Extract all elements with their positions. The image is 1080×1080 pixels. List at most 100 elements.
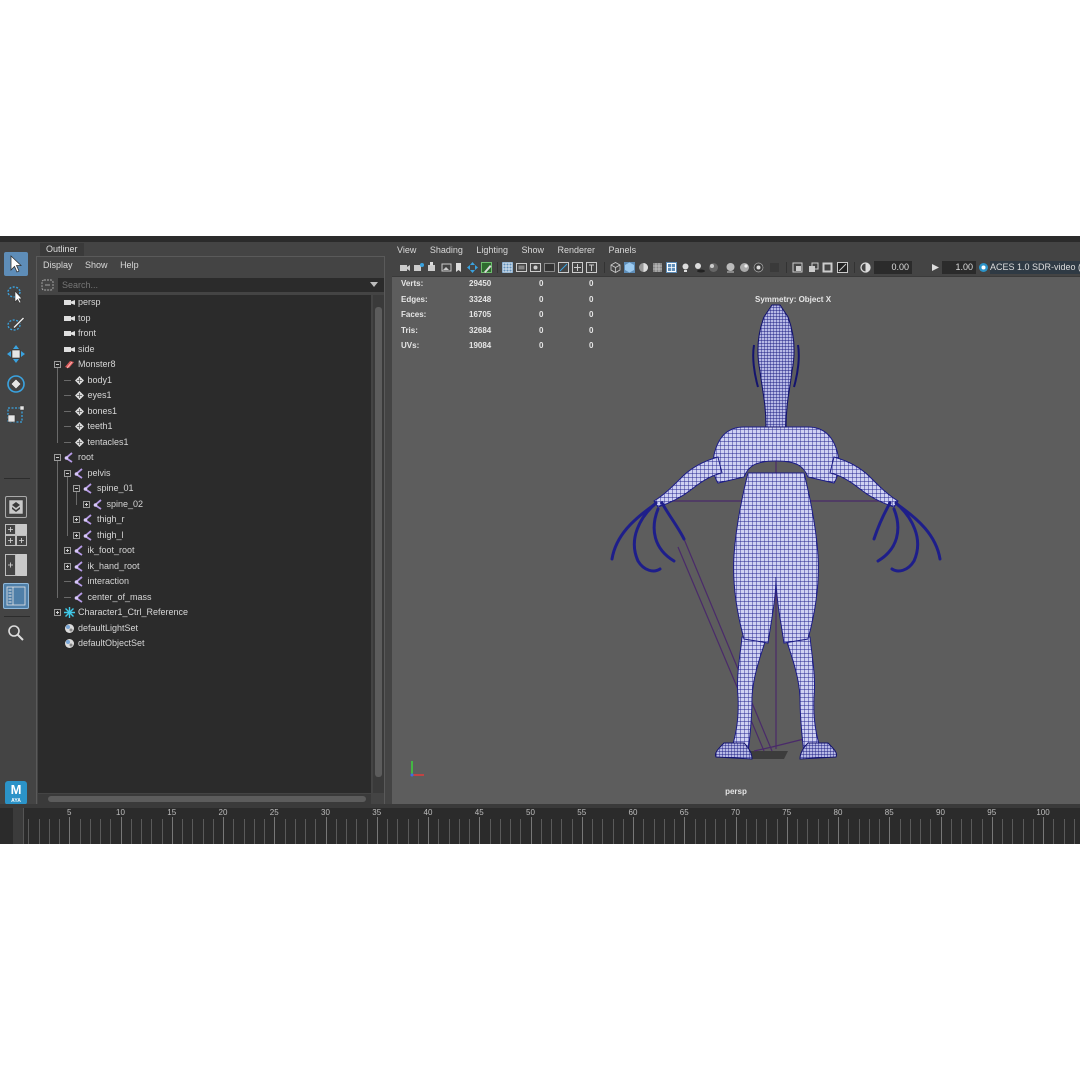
view-transform-icon[interactable]: [978, 262, 989, 273]
collapse-icon[interactable]: [54, 361, 61, 368]
outliner-item[interactable]: bones1: [74, 404, 117, 419]
xray-icon[interactable]: [666, 262, 677, 273]
scale-tool-button[interactable]: [4, 402, 28, 426]
viewport-menu-renderer[interactable]: Renderer: [558, 245, 596, 255]
outliner-item[interactable]: body1: [74, 373, 112, 388]
outliner-item[interactable]: teeth1: [74, 419, 113, 434]
rotate-tool-button[interactable]: [4, 372, 28, 396]
viewport-menu-show[interactable]: Show: [521, 245, 544, 255]
outliner-item[interactable]: front: [64, 326, 96, 341]
safe-title-icon[interactable]: [586, 262, 597, 273]
exposure-icon[interactable]: [860, 262, 871, 273]
select-camera-icon[interactable]: [399, 262, 410, 273]
ambient-occlusion-icon[interactable]: [708, 262, 719, 273]
outliner-item[interactable]: pelvis: [73, 466, 111, 481]
select-tool-button[interactable]: [4, 252, 28, 276]
search-tool-button[interactable]: [4, 621, 28, 645]
chevron-down-icon[interactable]: [370, 282, 378, 287]
screen-space-icon[interactable]: [769, 262, 780, 273]
expand-icon[interactable]: [63, 547, 71, 554]
viewport-menu-panels[interactable]: Panels: [609, 245, 637, 255]
bookmark-icon[interactable]: [453, 262, 464, 273]
four-view-layout-button[interactable]: [5, 524, 27, 546]
default-material-icon[interactable]: [638, 262, 649, 273]
outliner-vertical-scrollbar[interactable]: [373, 295, 384, 793]
wireframe-icon[interactable]: [610, 262, 621, 273]
expand-icon[interactable]: [63, 562, 71, 570]
depth-of-field-icon[interactable]: [753, 262, 764, 273]
collapse-icon[interactable]: [63, 469, 71, 477]
gate-mask-icon[interactable]: [544, 262, 555, 273]
outliner-tab[interactable]: Outliner: [40, 243, 84, 256]
viewport-menu-shading[interactable]: Shading: [430, 245, 463, 255]
outliner-item[interactable]: thigh_r: [83, 512, 125, 527]
outliner-item[interactable]: Monster8: [64, 357, 116, 372]
move-tool-button[interactable]: [4, 342, 28, 366]
grease-pencil-icon[interactable]: [481, 262, 492, 273]
outliner-persp-layout-button[interactable]: [3, 583, 29, 609]
use-all-lights-icon[interactable]: [680, 262, 691, 273]
film-gate-icon[interactable]: [516, 262, 527, 273]
time-slider[interactable]: 0510152025303540455055606570758085909510…: [0, 804, 1080, 844]
side-by-side-layout-button[interactable]: [5, 554, 27, 576]
outliner-item[interactable]: top: [64, 311, 91, 326]
vertical-scroll-thumb[interactable]: [375, 307, 382, 777]
viewport-canvas[interactable]: Verts: 29450 0 0 Edges: 33248 0 0 Faces: 16705 0 0 T…: [392, 276, 1080, 804]
resolution-gate-icon[interactable]: [530, 262, 541, 273]
wireframe-on-shaded-icon[interactable]: [652, 262, 663, 273]
outliner-menu-display[interactable]: Display: [43, 260, 73, 270]
search-options-icon[interactable]: [41, 279, 55, 292]
viewport-menu-view[interactable]: View: [397, 245, 416, 255]
outliner-item[interactable]: defaultLightSet: [64, 621, 138, 636]
exposure-field[interactable]: 0.00: [874, 261, 912, 274]
outliner-item[interactable]: ik_foot_root: [73, 543, 135, 558]
outliner-item[interactable]: interaction: [73, 574, 129, 589]
color-space-selector[interactable]: ACES 1.0 SDR-video (s: [990, 261, 1080, 274]
smooth-shade-icon[interactable]: [624, 262, 635, 273]
viewport-menu-lighting[interactable]: Lighting: [476, 245, 508, 255]
expand-icon[interactable]: [73, 531, 80, 539]
outliner-item[interactable]: defaultObjectSet: [64, 636, 145, 651]
outliner-menu-help[interactable]: Help: [120, 260, 139, 270]
isolate-select-icon[interactable]: [792, 262, 803, 273]
outliner-item[interactable]: center_of_mass: [73, 590, 152, 605]
outliner-item[interactable]: ik_hand_root: [73, 559, 140, 574]
bookmarks-icon[interactable]: [427, 262, 438, 273]
outliner-item[interactable]: thigh_l: [83, 528, 124, 543]
expand-icon[interactable]: [73, 516, 80, 523]
outliner-menu-show[interactable]: Show: [85, 260, 108, 270]
gamma-icon[interactable]: [930, 262, 941, 273]
grid-icon[interactable]: [502, 262, 513, 273]
image-plane-icon[interactable]: [441, 262, 452, 273]
outliner-item[interactable]: persp: [64, 295, 101, 310]
outliner-horizontal-scrollbar[interactable]: [38, 794, 371, 804]
outliner-item[interactable]: Character1_Ctrl_Reference: [64, 605, 188, 620]
collapse-icon[interactable]: [73, 485, 80, 492]
camera-attributes-icon[interactable]: [413, 262, 424, 273]
expand-icon[interactable]: [82, 500, 90, 508]
gamma-field[interactable]: 1.00: [942, 261, 976, 274]
motion-blur-icon[interactable]: [725, 262, 736, 273]
outliner-item[interactable]: root: [64, 450, 94, 465]
2d-pan-zoom-icon[interactable]: [467, 262, 478, 273]
horizontal-scroll-thumb[interactable]: [48, 796, 366, 802]
shadows-icon[interactable]: [694, 262, 705, 273]
multisample-aa-icon[interactable]: [739, 262, 750, 273]
paint-select-tool-button[interactable]: [4, 312, 28, 336]
safe-action-icon[interactable]: [572, 262, 583, 273]
outliner-search-input[interactable]: [58, 278, 384, 292]
single-perspective-layout-button[interactable]: [5, 496, 27, 518]
outliner-item[interactable]: tentacles1: [74, 435, 129, 450]
lasso-tool-button[interactable]: [4, 282, 28, 306]
backface-culling-icon[interactable]: [837, 262, 848, 273]
collapse-icon[interactable]: [54, 454, 61, 461]
outliner-item[interactable]: side: [64, 342, 95, 357]
outliner-item[interactable]: spine_01: [83, 481, 134, 496]
field-chart-icon[interactable]: [558, 262, 569, 273]
outliner-item[interactable]: spine_02: [92, 497, 143, 512]
xray-active-components-icon[interactable]: [822, 262, 833, 273]
xray-joints-icon[interactable]: [808, 262, 819, 273]
current-time-indicator[interactable]: [13, 808, 24, 844]
expand-icon[interactable]: [54, 609, 61, 616]
outliner-item[interactable]: eyes1: [74, 388, 112, 403]
